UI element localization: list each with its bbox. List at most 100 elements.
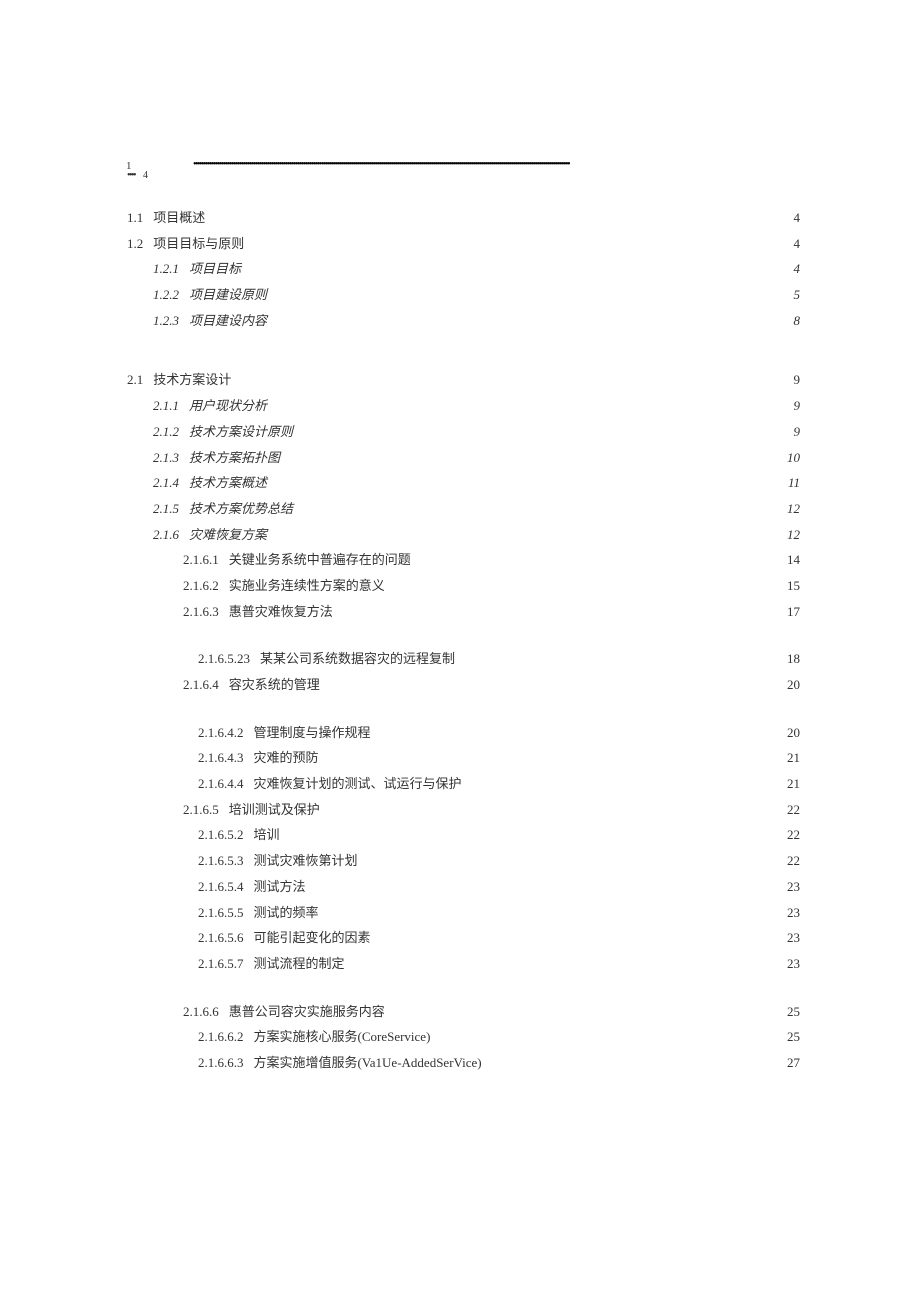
- toc-entry[interactable]: 2.1.6.4.2管理制度与操作规程20: [120, 721, 800, 746]
- toc-entry-title: 测试方法: [254, 875, 306, 900]
- toc-entry-page: 12: [787, 523, 800, 548]
- toc-entry-number: 2.1: [127, 368, 153, 393]
- toc-entry-page: 25: [787, 1000, 800, 1025]
- toc-entry-number: 2.1.6.1: [183, 548, 229, 573]
- toc-entry[interactable]: 2.1技术方案设计9: [120, 368, 800, 393]
- toc-entry[interactable]: 1.2.2项目建设原则5: [120, 283, 800, 308]
- toc-entry-number: 2.1.4: [153, 471, 189, 496]
- toc-entry[interactable]: 2.1.1用户现状分析 9: [120, 394, 800, 419]
- toc-entry[interactable]: 1.2项目目标与原则4: [120, 232, 800, 257]
- toc-entry-title: 技术方案拓扑图: [189, 446, 280, 471]
- toc-entry-number: 1.2.3: [153, 309, 189, 334]
- toc-entry-title: 项目目标与原则: [153, 232, 244, 257]
- toc-entry-number: 2.1.6.5.23: [198, 647, 260, 672]
- toc-entry[interactable]: 2.1.6.5.4测试方法 23: [120, 875, 800, 900]
- toc-entry[interactable]: 2.1.4技术方案概述11: [120, 471, 800, 496]
- toc-entry-page: 17: [787, 600, 800, 625]
- toc-entry-page: 22: [787, 823, 800, 848]
- toc-entry-number: 2.1.6.6.3: [198, 1051, 254, 1076]
- toc-entry-page: 12: [787, 497, 800, 522]
- toc-entry[interactable]: 2.1.5技术方案优势总结12: [120, 497, 800, 522]
- toc-entry-page: 23: [787, 926, 800, 951]
- toc-entry[interactable]: 2.1.6.3惠普灾难恢复方法 17: [120, 600, 800, 625]
- toc-entry-number: 2.1.6.3: [183, 600, 229, 625]
- toc-entry-title: 管理制度与操作规程: [254, 721, 371, 746]
- toc-entry[interactable]: 2.1.2技术方案设计原则 9: [120, 420, 800, 445]
- toc-entry-page: 4: [794, 206, 801, 231]
- table-of-contents: 1.1项目概述 41.2项目目标与原则41.2.1项目目标41.2.2项目建设原则…: [120, 206, 800, 1076]
- toc-entry-page: 11: [788, 471, 800, 496]
- toc-entry[interactable]: 2.1.6.1关键业务系统中普遍存在的问题14: [120, 548, 800, 573]
- toc-entry-title: 测试灾难恢第计划: [254, 849, 358, 874]
- toc-entry-number: 2.1.6.4.2: [198, 721, 254, 746]
- toc-entry-number: 2.1.6.5.6: [198, 926, 254, 951]
- toc-entry-page: 22: [787, 798, 800, 823]
- toc-entry-number: 2.1.6: [153, 523, 189, 548]
- toc-entry-title: 惠普公司容灾实施服务内容: [229, 1000, 385, 1025]
- toc-entry[interactable]: 1.1项目概述 4: [120, 206, 800, 231]
- toc-top-n4: 4: [143, 170, 148, 181]
- toc-entry[interactable]: 2.1.6.4.3灾难的预防21: [120, 746, 800, 771]
- toc-entry-number: 1.2.1: [153, 257, 189, 282]
- toc-entry[interactable]: 2.1.6.6.3方案实施增值服务(Va1Ue-AddedSerVice)27: [120, 1051, 800, 1076]
- toc-entry-title: 容灾系统的管理: [229, 673, 320, 698]
- toc-entry[interactable]: 2.1.6.5.3测试灾难恢第计划22: [120, 849, 800, 874]
- toc-entry[interactable]: 2.1.6灾难恢复方案12: [120, 523, 800, 548]
- toc-entry-page: 14: [787, 548, 800, 573]
- toc-entry[interactable]: 2.1.6.5.6可能引起变化的因素 23: [120, 926, 800, 951]
- toc-entry-page: 20: [787, 673, 800, 698]
- toc-entry[interactable]: 2.1.6.5.5测试的频率23: [120, 901, 800, 926]
- toc-entry-number: 2.1.1: [153, 394, 189, 419]
- toc-entry[interactable]: 2.1.6.6.2方案实施核心服务(CoreService)25: [120, 1025, 800, 1050]
- toc-entry-number: 2.1.6.2: [183, 574, 229, 599]
- toc-entry-title: 灾难恢复计划的测试、试运行与保护: [254, 772, 462, 797]
- toc-entry-title: 项目概述: [153, 206, 205, 231]
- toc-entry[interactable]: 2.1.6.6惠普公司容灾实施服务内容 25: [120, 1000, 800, 1025]
- toc-top-leader: 1: [126, 160, 800, 172]
- toc-entry-number: 2.1.6.5.4: [198, 875, 254, 900]
- toc-entry[interactable]: 2.1.6.2实施业务连续性方案的意义 15: [120, 574, 800, 599]
- toc-entry-page: 18: [787, 647, 800, 672]
- toc-entry-page: 9: [794, 368, 801, 393]
- toc-entry-number: 2.1.6.5.2: [198, 823, 254, 848]
- toc-entry-number: 2.1.6.4.3: [198, 746, 254, 771]
- toc-spacer: [120, 625, 800, 647]
- toc-entry[interactable]: 2.1.6.4.4灾难恢复计划的测试、试运行与保护21: [120, 772, 800, 797]
- toc-entry-page: 8: [794, 309, 801, 334]
- toc-entry-title: 某某公司系统数据容灾的远程复制: [260, 647, 455, 672]
- toc-entry-page: 23: [787, 875, 800, 900]
- toc-entry-page: 15: [787, 574, 800, 599]
- toc-entry-title: 可能引起变化的因素: [254, 926, 371, 951]
- toc-entry[interactable]: 2.1.6.5.23某某公司系统数据容灾的远程复制 18: [120, 647, 800, 672]
- toc-top-subline: 4: [127, 172, 800, 184]
- toc-entry-title: 项目建设原则: [189, 283, 267, 308]
- toc-entry-page: 9: [794, 394, 801, 419]
- toc-entry-title: 技术方案设计原则: [189, 420, 293, 445]
- toc-entry-title: 实施业务连续性方案的意义: [229, 574, 385, 599]
- toc-spacer: [120, 699, 800, 721]
- toc-entry-title: 惠普灾难恢复方法: [229, 600, 333, 625]
- toc-entry-number: 2.1.6.6: [183, 1000, 229, 1025]
- toc-entry[interactable]: 2.1.6.5.7测试流程的制定23: [120, 952, 800, 977]
- toc-entry-page: 27: [787, 1051, 800, 1076]
- toc-entry-page: 9: [794, 420, 801, 445]
- toc-entry-number: 2.1.6.5.5: [198, 901, 254, 926]
- toc-entry-number: 1.2.2: [153, 283, 189, 308]
- toc-entry-number: 2.1.6.5.7: [198, 952, 254, 977]
- toc-entry[interactable]: 1.2.1项目目标4: [120, 257, 800, 282]
- toc-entry[interactable]: 2.1.6.5培训测试及保护22: [120, 798, 800, 823]
- toc-entry[interactable]: 2.1.3技术方案拓扑图10: [120, 446, 800, 471]
- toc-entry-number: 1.1: [127, 206, 153, 231]
- toc-spacer: [120, 978, 800, 1000]
- toc-entry-title: 用户现状分析: [189, 394, 267, 419]
- toc-entry-title: 项目目标: [189, 257, 241, 282]
- toc-entry-title: 测试的频率: [254, 901, 319, 926]
- toc-entry[interactable]: 2.1.6.5.2培训22: [120, 823, 800, 848]
- toc-spacer: [120, 334, 800, 368]
- toc-entry-number: 2.1.3: [153, 446, 189, 471]
- toc-entry-number: 2.1.2: [153, 420, 189, 445]
- toc-entry-title: 测试流程的制定: [254, 952, 345, 977]
- toc-entry[interactable]: 1.2.3项目建设内容8: [120, 309, 800, 334]
- toc-entry-number: 2.1.6.5: [183, 798, 229, 823]
- toc-entry[interactable]: 2.1.6.4容灾系统的管理20: [120, 673, 800, 698]
